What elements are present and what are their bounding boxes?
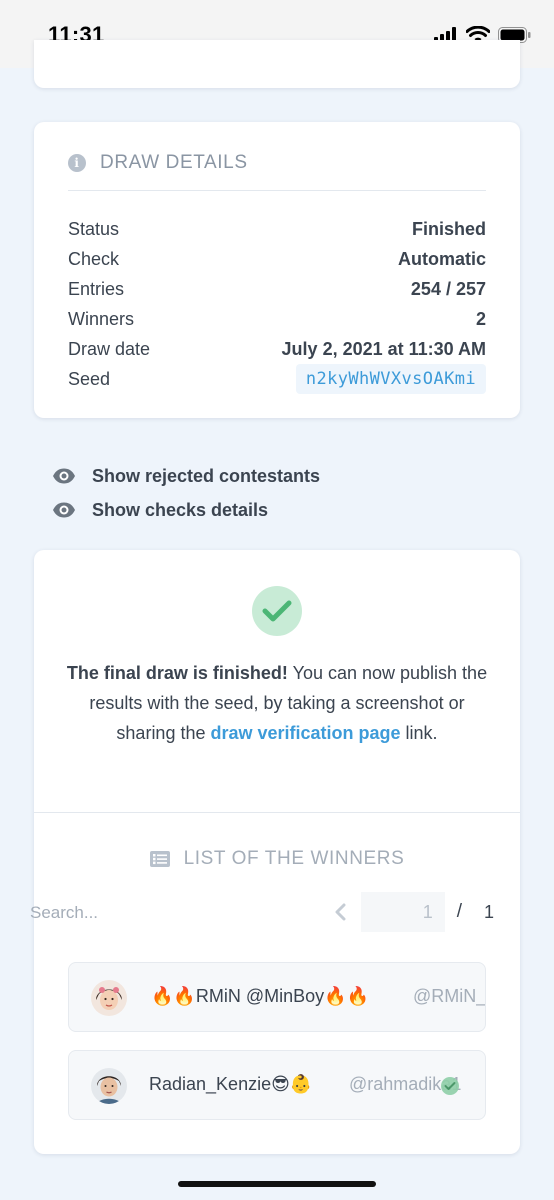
detail-value: 2 <box>475 308 486 329</box>
eye-icon <box>53 468 75 484</box>
detail-label: Status <box>68 218 120 239</box>
previous-card <box>34 40 520 88</box>
detail-row-draw-date: Draw date July 2, 2021 at 11:30 AM <box>68 334 486 364</box>
total-pages: 1 <box>483 901 494 922</box>
detail-value: Automatic <box>397 248 486 269</box>
finish-message-end: link. <box>400 723 438 743</box>
page-separator: / <box>456 901 462 922</box>
seed-value[interactable]: n2kyWhWVXvsOAKmi <box>295 364 486 394</box>
chevron-left-icon <box>335 903 346 921</box>
winners-header: LIST OF THE WINNERS <box>34 848 520 870</box>
draw-verification-link[interactable]: draw verification page <box>210 723 400 743</box>
avatar <box>91 1068 127 1104</box>
draw-details-title: DRAW DETAILS <box>100 152 248 173</box>
detail-row-winners: Winners 2 <box>68 304 486 334</box>
check-badge-icon <box>441 1077 459 1095</box>
finish-message-bold: The final draw is finished! <box>66 663 288 683</box>
winner-item[interactable]: 🔥🔥RMiN @MinBoy🔥🔥 @RMiN_ <box>68 962 486 1032</box>
draw-details-card: i DRAW DETAILS Status Finished Check Aut… <box>34 122 520 418</box>
winner-name: Radian_Kenzie😎👶 <box>149 1074 313 1094</box>
detail-row-seed: Seed n2kyWhWVXvsOAKmi <box>68 364 486 394</box>
winner-item[interactable]: Radian_Kenzie😎👶 @rahmadika1 <box>68 1050 486 1120</box>
detail-label: Seed <box>68 368 111 389</box>
divider <box>68 190 486 191</box>
avatar <box>91 980 127 1016</box>
eye-icon <box>53 502 75 518</box>
winner-name: 🔥🔥RMiN @MinBoy🔥🔥 <box>151 986 369 1006</box>
detail-label: Entries <box>68 278 125 299</box>
detail-label: Winners <box>68 308 135 329</box>
show-checks-label: Show checks details <box>92 499 269 520</box>
detail-row-entries: Entries 254 / 257 <box>68 274 486 304</box>
winners-title: LIST OF THE WINNERS <box>183 848 405 869</box>
divider <box>34 812 520 813</box>
home-indicator[interactable] <box>178 1181 376 1187</box>
detail-row-status: Status Finished <box>68 214 486 244</box>
winner-handle: @RMiN_ <box>413 986 486 1006</box>
detail-value: July 2, 2021 at 11:30 AM <box>281 338 486 359</box>
show-rejected-label: Show rejected contestants <box>92 465 321 486</box>
show-rejected-toggle[interactable]: Show rejected contestants <box>52 464 320 488</box>
info-icon: i <box>68 154 86 172</box>
success-check-icon <box>252 586 302 636</box>
draw-details-header: i DRAW DETAILS <box>68 152 248 174</box>
search-input[interactable] <box>30 900 180 926</box>
detail-value: Finished <box>411 218 486 239</box>
detail-label: Draw date <box>68 338 151 359</box>
detail-label: Check <box>68 248 120 269</box>
finish-message: The final draw is finished! You can now … <box>64 658 490 748</box>
current-page-input[interactable]: 1 <box>360 892 445 932</box>
show-checks-toggle[interactable]: Show checks details <box>52 498 268 522</box>
previous-page-button[interactable] <box>325 892 355 932</box>
result-card: The final draw is finished! You can now … <box>30 550 520 1154</box>
detail-value: 254 / 257 <box>410 278 486 299</box>
list-icon <box>149 851 170 867</box>
detail-row-check: Check Automatic <box>68 244 486 274</box>
pagination: 1 / 1 <box>325 892 494 932</box>
